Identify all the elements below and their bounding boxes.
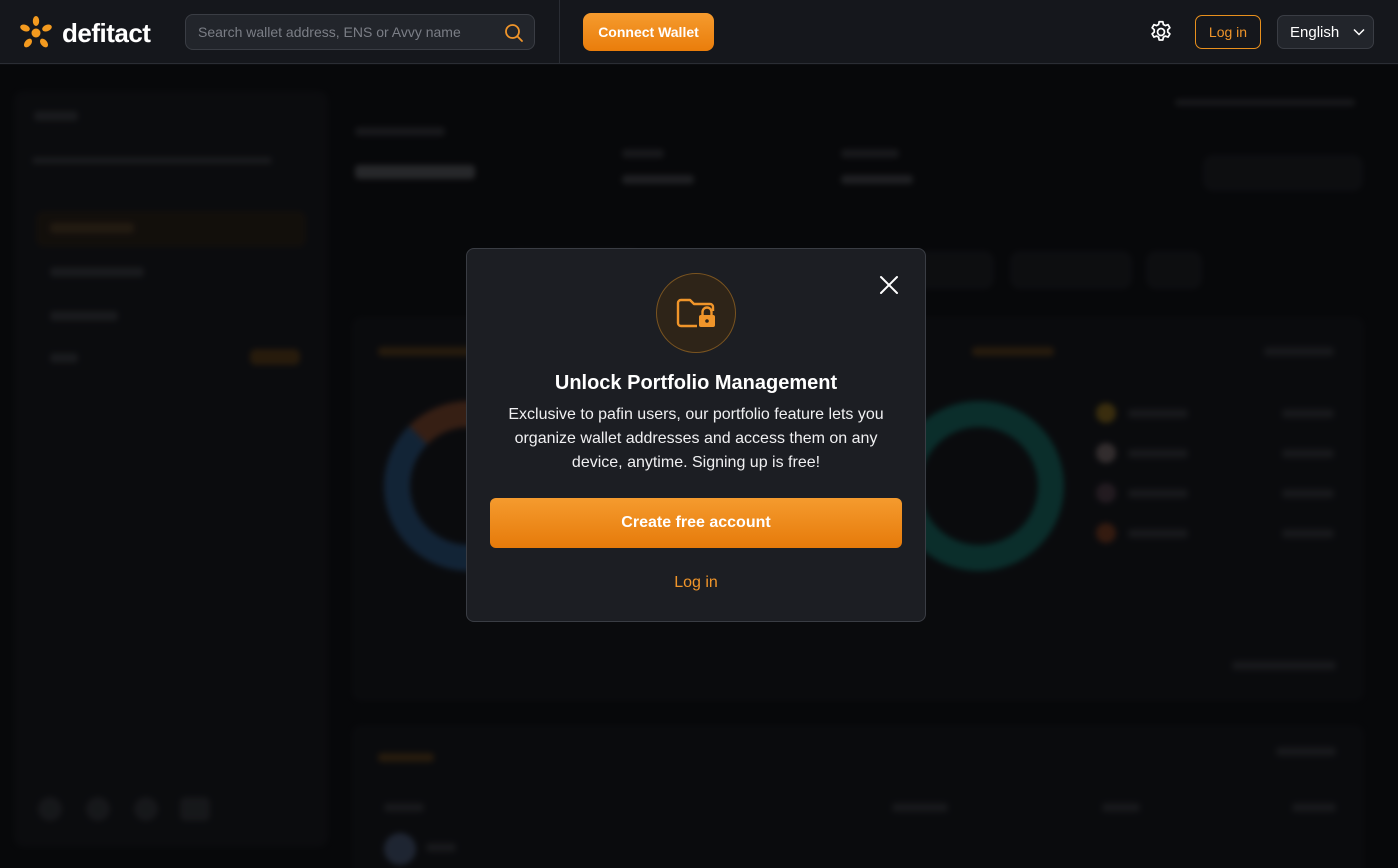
header-divider: [559, 0, 560, 64]
brand-logo[interactable]: defitact: [18, 15, 151, 51]
unlock-portfolio-modal: Unlock Portfolio Management Exclusive to…: [466, 248, 926, 622]
logo-icon: [20, 16, 52, 48]
folder-lock-icon: [676, 298, 715, 328]
folder-lock-badge: [656, 273, 736, 353]
modal-login-link[interactable]: Log in: [467, 574, 925, 592]
language-select[interactable]: English: [1277, 15, 1374, 49]
language-label: English: [1290, 23, 1340, 41]
search-box: [185, 14, 535, 50]
chevron-down-icon: [1353, 28, 1365, 36]
gear-icon[interactable]: [1148, 19, 1174, 45]
modal-title: Unlock Portfolio Management: [554, 372, 838, 394]
modal-description: Exclusive to pafin users, our portfolio …: [508, 406, 884, 471]
search-icon[interactable]: [504, 23, 524, 43]
header-login-button[interactable]: Log in: [1195, 15, 1261, 49]
create-account-button[interactable]: Create free account: [490, 498, 902, 548]
brand-name: defitact: [62, 17, 151, 48]
close-icon[interactable]: [877, 273, 901, 297]
top-header: defitact Connect Wallet Log in English: [0, 0, 1398, 64]
connect-wallet-button[interactable]: Connect Wallet: [583, 13, 714, 51]
search-input[interactable]: [198, 15, 498, 49]
